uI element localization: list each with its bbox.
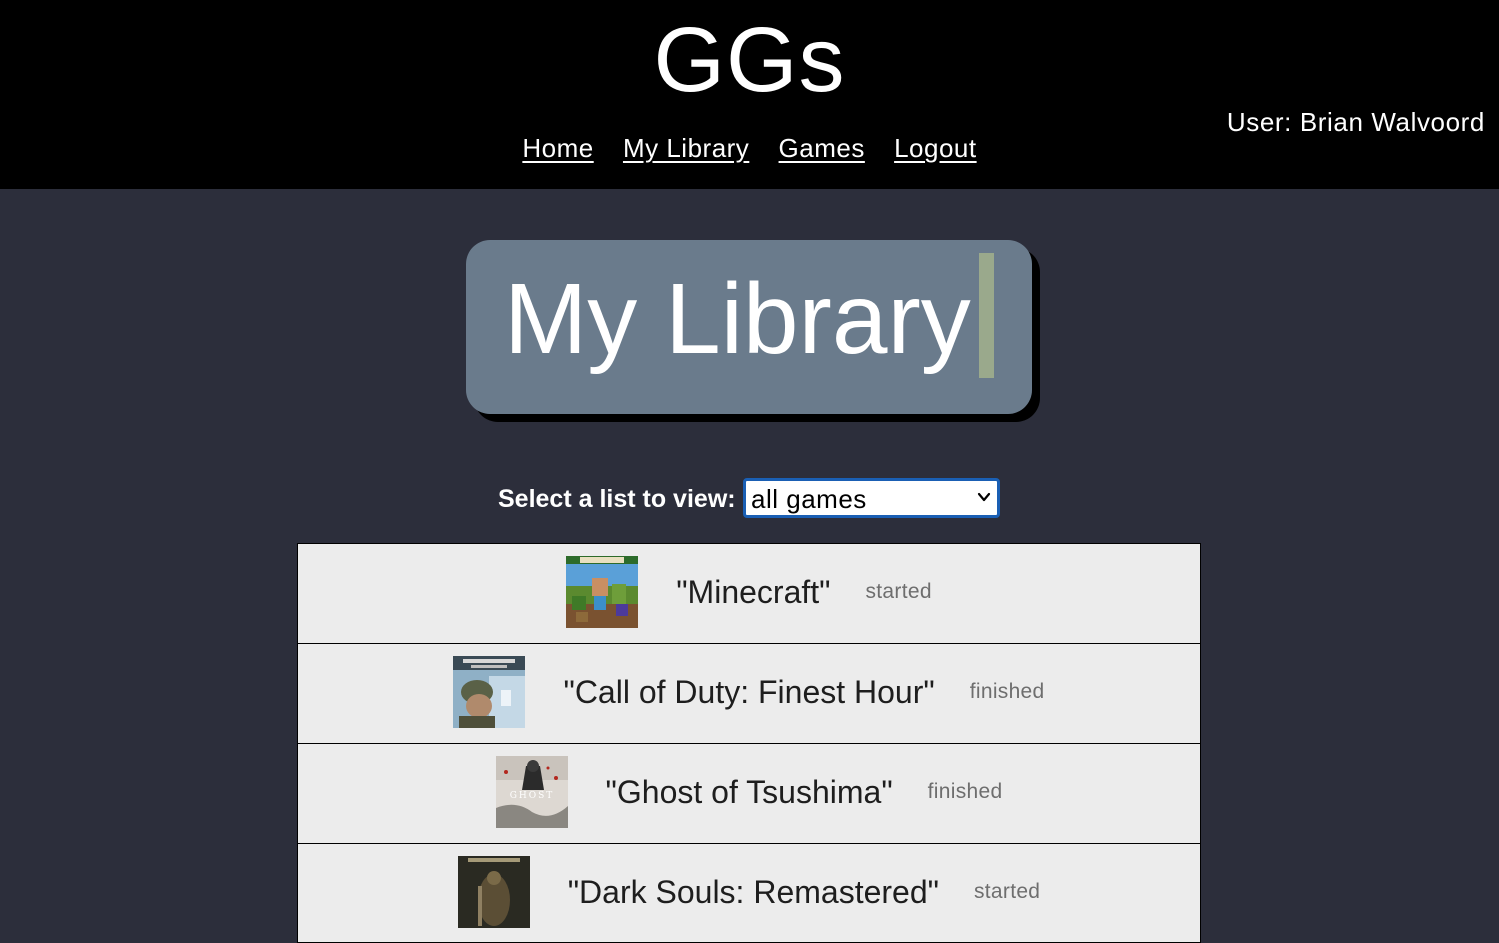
site-title: GGs: [653, 9, 846, 111]
dark-souls-cover-icon: [457, 856, 530, 928]
game-status: finished: [969, 680, 1045, 703]
game-status: started: [973, 880, 1041, 903]
list-select-value: all games: [751, 484, 867, 514]
game-title[interactable]: "Dark Souls: Remastered": [568, 872, 939, 912]
chevron-down-icon: [977, 492, 991, 502]
game-title[interactable]: "Minecraft": [676, 572, 830, 612]
list-selector-label: Select a list to view:: [498, 485, 736, 513]
ghost-of-tsushima-cover-icon: GHOST: [495, 756, 568, 828]
page-title: My Library: [504, 263, 971, 375]
list-item[interactable]: "Minecraft" started: [297, 543, 1201, 643]
game-list: "Minecraft" started "Call of Duty: Fines…: [297, 543, 1201, 943]
nav-games-link[interactable]: Games: [779, 133, 865, 163]
svg-text:GHOST: GHOST: [509, 791, 554, 801]
game-status: started: [865, 580, 932, 603]
minecraft-cover-icon: [566, 556, 639, 628]
list-select[interactable]: all games: [743, 478, 1000, 518]
page-title-card: My Library: [466, 240, 1032, 414]
typing-cursor: [979, 253, 994, 378]
current-user-label: User: Brian Walvoord: [1226, 107, 1485, 137]
nav-my-library-link[interactable]: My Library: [623, 133, 749, 163]
list-item[interactable]: GHOST "Ghost of Tsushima" finished: [297, 743, 1201, 843]
site-header: GGs Home My Library Games Logout User: B…: [0, 0, 1499, 189]
game-title[interactable]: "Call of Duty: Finest Hour": [563, 672, 934, 712]
nav-logout-link[interactable]: Logout: [894, 133, 977, 163]
list-item[interactable]: "Call of Duty: Finest Hour" finished: [297, 643, 1201, 743]
list-item[interactable]: "Dark Souls: Remastered" started: [297, 843, 1201, 943]
nav-home-link[interactable]: Home: [522, 133, 593, 163]
game-status: finished: [927, 780, 1003, 803]
list-selector-row: Select a list to view: all games: [0, 478, 1499, 520]
game-title[interactable]: "Ghost of Tsushima": [606, 772, 893, 812]
call-of-duty-cover-icon: [453, 656, 526, 728]
